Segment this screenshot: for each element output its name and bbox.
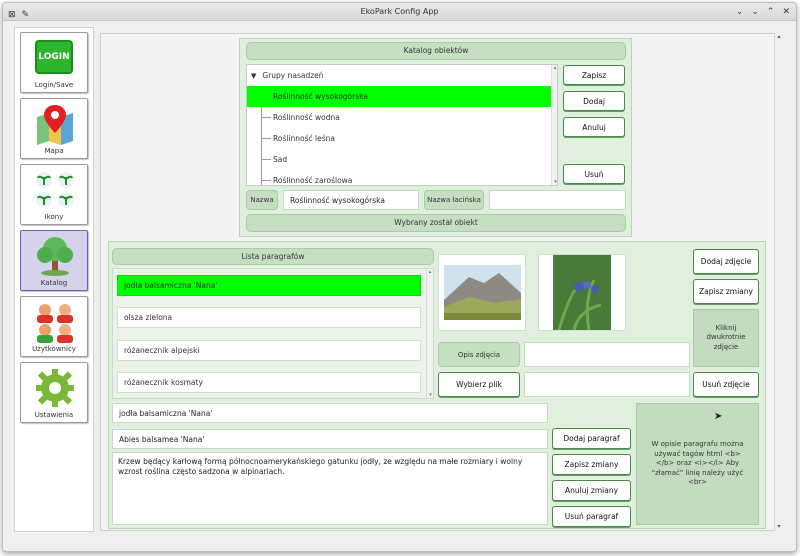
catalog-delete-button[interactable]: Usuń (563, 164, 625, 184)
choose-file-button[interactable]: Wybierz plik (438, 372, 520, 397)
tree-item[interactable]: Roślinność zaroślowa (247, 170, 549, 185)
catalog-title: Katalog obiektów (246, 42, 626, 60)
paragraph-latin-input[interactable]: Abies balsamea 'Nana' (112, 429, 548, 449)
paragraph-list-scrollbar[interactable]: ▴ ▾ (426, 269, 433, 398)
html-tags-hint: W opisie paragrafu można używać tagów ht… (636, 403, 759, 525)
close-icon[interactable]: ✕ (782, 3, 790, 21)
delete-photo-button[interactable]: Usuń zdjęcie (693, 372, 759, 397)
tree-root[interactable]: ▼ Grupy nasadzeń (247, 65, 549, 86)
file-path-input[interactable] (524, 372, 690, 397)
list-item[interactable]: różanecznik alpejski (117, 340, 421, 361)
photo-flower[interactable] (538, 254, 626, 331)
photo-mountain[interactable] (438, 254, 526, 331)
photo-description-label: Opis zdjęcia (438, 342, 520, 367)
sidebar-item-label: Ustawienia (34, 411, 74, 419)
sidebar-item-label: Mapa (44, 147, 64, 155)
paragraph-name-input[interactable]: jodła balsamiczna 'Nana' (112, 403, 548, 423)
catalog-name-input[interactable]: Roślinność wysokogórska (283, 190, 419, 210)
mountain-photo-image (444, 265, 521, 320)
pin-icon[interactable]: ✎ (22, 6, 30, 24)
plant-icons-icon (36, 172, 74, 208)
scroll-up-icon[interactable]: ▴ (775, 33, 783, 41)
scroll-down-icon[interactable]: ▾ (775, 523, 783, 531)
sidebar-item-login[interactable]: LOGIN Login/Save (20, 32, 88, 93)
list-item[interactable]: jodła balsamiczna 'Nana' (117, 275, 421, 296)
scroll-down-icon[interactable]: ▾ (552, 179, 557, 185)
catalog-cancel-button[interactable]: Anuluj (563, 117, 625, 137)
sidebar-item-ikony[interactable]: Ikony (20, 164, 88, 225)
flower-photo-image (553, 255, 611, 331)
catalog-save-button[interactable]: Zapisz (563, 65, 625, 85)
gear-icon (36, 369, 74, 407)
double-click-hint: Kliknij dwukrotnie zdjęcie (693, 309, 759, 367)
paragraphs-title: Lista paragrafów (112, 248, 434, 265)
add-photo-button[interactable]: Dodaj zdjęcie (693, 249, 759, 274)
sidebar-item-uzytkownicy[interactable]: Użytkownicy (20, 296, 88, 357)
photo-description-input[interactable] (524, 342, 690, 367)
cancel-paragraph-changes-button[interactable]: Anuluj zmiany (552, 480, 631, 501)
catalog-tree[interactable]: ▼ Grupy nasadzeń Roślinność wysokogórska… (246, 64, 558, 186)
catalog-add-button[interactable]: Dodaj (563, 91, 625, 111)
name-label: Nazwa (246, 190, 278, 210)
tree-item[interactable]: Roślinność wysokogórska (247, 86, 553, 107)
mouse-cursor-icon: ➤ (714, 411, 723, 422)
title-bar: ⊠ ✎ EkoPark Config App ⌄ ⌄ ⌃ ✕ (3, 3, 796, 21)
tree-item[interactable]: Roślinność leśna (247, 128, 549, 149)
maximize-icon[interactable]: ⌃ (767, 3, 775, 21)
tree-icon (37, 237, 73, 276)
catalog-latin-input[interactable] (489, 190, 626, 210)
sidebar-item-label: Ikony (44, 213, 64, 221)
expand-triangle-icon[interactable]: ▼ (251, 72, 256, 80)
sidebar-item-label: Użytkownicy (32, 345, 76, 353)
app-icon[interactable]: ⊠ (8, 6, 16, 24)
scroll-up-icon[interactable]: ▴ (552, 65, 557, 71)
tree-item[interactable]: Roślinność wodna (247, 107, 549, 128)
sidebar-item-katalog[interactable]: Katalog (20, 230, 88, 291)
users-icon (37, 304, 73, 343)
latin-name-label: Nazwa łacińska (424, 190, 484, 210)
save-paragraph-changes-button[interactable]: Zapisz zmiany (552, 454, 631, 475)
paragraph-description-textarea[interactable]: Krzew będący karłową formą północnoamery… (112, 452, 548, 525)
sidebar-item-mapa[interactable]: Mapa (20, 98, 88, 159)
tree-scrollbar[interactable]: ▴ ▾ (551, 65, 557, 185)
sidebar-item-label: Login/Save (34, 81, 74, 89)
list-item[interactable]: olsza zielona (117, 307, 421, 328)
list-item[interactable]: różanecznik kosmaty (117, 372, 421, 393)
main-scrollbar[interactable]: ▴ ▾ (774, 33, 782, 531)
map-pin-icon (37, 105, 73, 145)
tree-item[interactable]: Sad (247, 149, 549, 170)
save-photo-changes-button[interactable]: Zapisz zmiany (693, 279, 759, 304)
scroll-down-icon[interactable]: ▾ (427, 392, 434, 398)
menu-chevron-icon[interactable]: ⌄ (736, 3, 744, 21)
minimize-icon[interactable]: ⌄ (751, 3, 759, 21)
sidebar-item-label: Katalog (40, 279, 68, 287)
catalog-status: Wybrany został obiekt (246, 214, 626, 232)
delete-paragraph-button[interactable]: Usuń paragraf (552, 506, 631, 527)
sidebar-item-ustawienia[interactable]: Ustawienia (20, 362, 88, 423)
login-icon: LOGIN (35, 40, 73, 74)
window-title: EkoPark Config App (360, 7, 439, 16)
sidebar: LOGIN Login/Save Mapa Ikony Katalog Użyt… (14, 27, 94, 532)
scroll-up-icon[interactable]: ▴ (427, 269, 433, 275)
add-paragraph-button[interactable]: Dodaj paragraf (552, 428, 631, 449)
